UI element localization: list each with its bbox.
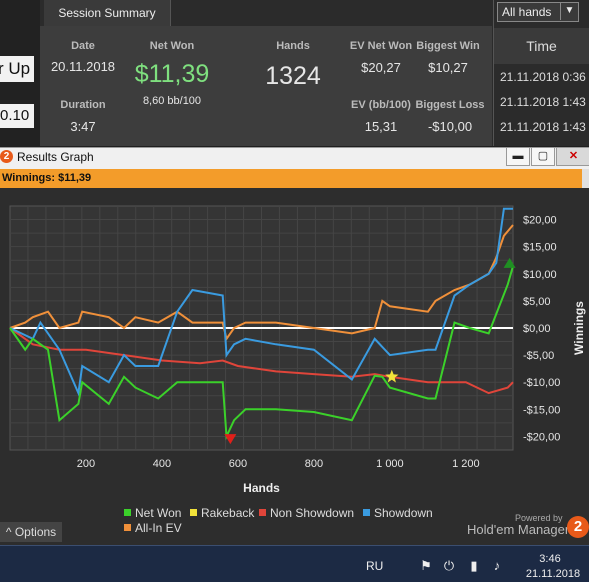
- ev-bb-label: EV (bb/100): [351, 99, 411, 111]
- bb-per-100-value: 8,60 bb/100: [142, 95, 202, 107]
- x-axis-title: Hands: [243, 481, 280, 495]
- legend-swatch: [363, 509, 370, 516]
- x-tick-label: 600: [229, 458, 247, 470]
- flag-icon[interactable]: ⚑: [418, 558, 434, 574]
- ev-bb-value: 15,31: [364, 119, 398, 134]
- date-label: Date: [71, 40, 95, 52]
- options-label: Options: [14, 525, 57, 539]
- y-tick-label: -$5,00: [523, 350, 554, 362]
- duration-label: Duration: [60, 99, 106, 111]
- legend-swatch: [124, 524, 131, 531]
- legend-label: Net Won: [135, 506, 182, 520]
- window-title: Results Graph: [17, 150, 94, 164]
- y-tick-label: $10,00: [523, 269, 557, 281]
- x-tick-label: 800: [305, 458, 323, 470]
- y-tick-label: -$10,00: [523, 377, 560, 389]
- legend-label: Showdown: [374, 506, 433, 520]
- y-tick-label: $15,00: [523, 242, 557, 254]
- biggest-loss-value: -$10,00: [427, 119, 473, 134]
- tab-session-summary[interactable]: Session Summary: [44, 0, 171, 26]
- legend-item-showdown: Showdown: [363, 506, 433, 520]
- duration-value: 3:47: [70, 119, 96, 134]
- left-strip-value[interactable]: 0.10: [0, 104, 34, 128]
- x-tick-label: 1 000: [376, 458, 404, 470]
- language-indicator[interactable]: RU: [366, 559, 383, 573]
- list-item[interactable]: 21.11.2018 0:36: [500, 70, 589, 88]
- legend-item-all-in-ev: All-In EV: [124, 521, 182, 535]
- signal-icon[interactable]: ▮: [466, 558, 482, 574]
- date-value: 20.11.2018: [50, 59, 116, 74]
- biggest-loss-label: Biggest Loss: [415, 99, 485, 111]
- clock-time[interactable]: 3:46: [520, 553, 580, 565]
- legend-item-net-won: Net Won: [124, 506, 181, 520]
- clock-date[interactable]: 21.11.2018: [520, 568, 586, 580]
- volume-icon[interactable]: ♪: [489, 558, 505, 574]
- power-icon[interactable]: ⏻: [441, 558, 457, 574]
- app-logo-icon: 2: [0, 150, 13, 163]
- net-won-value: $11,39: [134, 60, 210, 88]
- x-tick-label: 1 200: [452, 458, 480, 470]
- results-chart[interactable]: $20,00 $15,00 $10,00 $5,00 $0,00 -$5,00 -$10,0…: [0, 188, 589, 500]
- maximize-button[interactable]: ▢: [531, 147, 555, 166]
- legend-item-rakeback: Rakeback: [190, 506, 254, 520]
- legend-item-non-showdown: Non Showdown: [259, 506, 354, 520]
- list-item[interactable]: 21.11.2018 1:43: [500, 120, 589, 138]
- chevron-down-icon[interactable]: ▼: [560, 2, 578, 20]
- hands-label: Hands: [276, 40, 310, 52]
- legend-label: Non Showdown: [270, 506, 355, 520]
- legend-swatch: [259, 509, 266, 516]
- biggest-win-label: Biggest Win: [416, 40, 480, 52]
- y-tick-label: $5,00: [523, 296, 551, 308]
- y-tick-label: $20,00: [523, 215, 557, 227]
- y-axis-title: Winnings: [572, 301, 586, 355]
- minimize-button[interactable]: ▬: [506, 147, 530, 166]
- x-tick-label: 200: [77, 458, 95, 470]
- y-tick-label: $0,00: [523, 323, 551, 335]
- ev-net-won-value: $20,27: [361, 60, 401, 75]
- ev-net-won-label: EV Net Won: [349, 40, 413, 52]
- y-tick-label: -$20,00: [523, 431, 560, 443]
- legend-label: Rakeback: [201, 506, 255, 520]
- winnings-value: Winnings: $11,39: [2, 172, 92, 184]
- left-strip-label[interactable]: r Up: [0, 56, 34, 82]
- hands-value: 1324: [265, 62, 321, 90]
- close-button[interactable]: ✕: [556, 147, 589, 166]
- biggest-win-value: $10,27: [428, 60, 468, 75]
- brand-logo-icon: 2: [567, 516, 589, 538]
- net-won-label: Net Won: [149, 40, 195, 52]
- legend-swatch: [190, 509, 197, 516]
- chevron-up-icon: ^: [5, 525, 12, 539]
- legend-swatch: [124, 509, 131, 516]
- y-tick-label: -$15,00: [523, 404, 560, 416]
- x-tick-label: 400: [153, 458, 171, 470]
- list-item[interactable]: 21.11.2018 1:43: [500, 95, 589, 113]
- legend-label: All-In EV: [135, 521, 182, 535]
- time-column-header[interactable]: Time: [494, 28, 589, 64]
- brand-name: Hold'em Manager: [467, 522, 570, 537]
- scrollbar[interactable]: [582, 169, 589, 188]
- options-button[interactable]: ^ Options: [0, 522, 62, 542]
- winnings-text: Winnings: $11,39: [2, 172, 91, 184]
